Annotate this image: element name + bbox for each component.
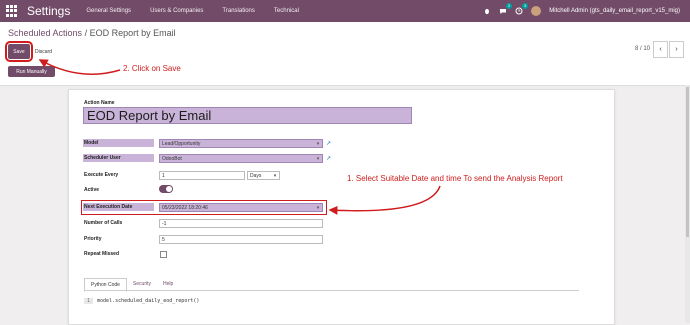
- arrow-to-save: [38, 59, 121, 75]
- arrow-to-date: [328, 185, 441, 215]
- annotation-arrows: [38, 59, 441, 215]
